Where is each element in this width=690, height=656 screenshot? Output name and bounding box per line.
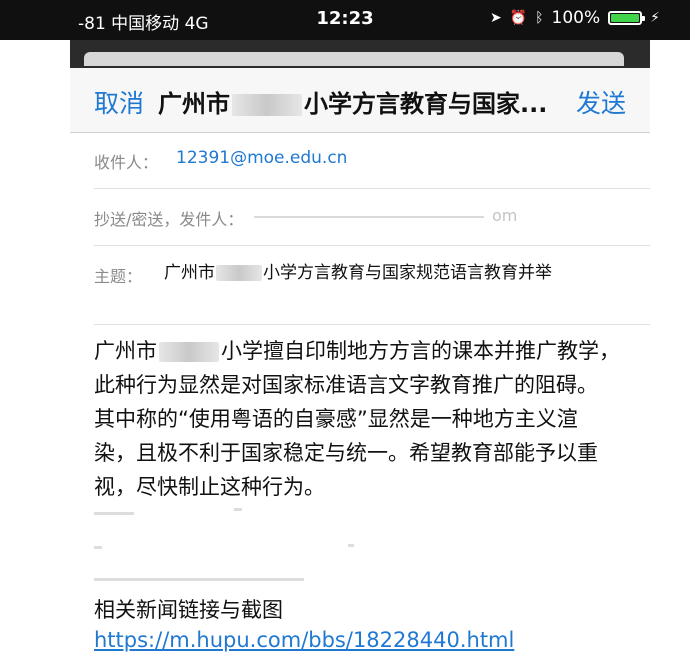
location-icon: ➤ <box>489 10 502 26</box>
compose-navbar: 取消 广州市 小学方言教育与国家... 发送 <box>70 68 650 133</box>
sheet-peek <box>84 52 624 66</box>
alarm-icon: ⏰ <box>509 10 528 26</box>
battery-percent: 100% <box>551 8 601 28</box>
subject-prefix: 广州市 <box>164 263 215 283</box>
compose-title: 广州市 小学方言教育与国家... <box>158 84 547 119</box>
body-line-2: 此种行为显然是对国家标准语言文字教育推广的阻碍。 <box>94 373 598 397</box>
sender-tail: om <box>492 206 518 225</box>
frame-right <box>650 40 690 656</box>
subject-suffix: 小学方言教育与国家规范语言教育并举 <box>263 263 552 283</box>
subject-label: 主题： <box>94 267 143 286</box>
redacted-school-name <box>159 342 219 362</box>
redacted-sender <box>254 216 484 218</box>
redacted-school-name <box>232 94 302 116</box>
redacted-school-name <box>216 265 262 281</box>
redacted-signature-line-2 <box>94 546 102 549</box>
redacted-signature-mark-2 <box>348 544 354 547</box>
related-news-label: 相关新闻链接与截图 <box>94 598 283 622</box>
body-line-5: 视，尽快制止这种行为。 <box>94 475 325 499</box>
body-line-1-prefix: 广州市 <box>94 339 157 363</box>
redacted-signature-line-1 <box>94 512 134 515</box>
body-line-3: 其中称的“使用粤语的自豪感”显然是一种地方主义渲 <box>94 407 578 431</box>
mail-compose-sheet: 取消 广州市 小学方言教育与国家... 发送 收件人： 12391@moe.edu… <box>70 68 650 656</box>
body-line-4: 染，且极不利于国家稳定与统一。希望教育部能予以重 <box>94 441 598 465</box>
body-line-1: 广州市 小学擅自印制地方方言的课本并推广教学， <box>94 334 650 368</box>
redacted-phone-line <box>94 578 304 581</box>
to-label: 收件人： <box>94 153 159 172</box>
title-prefix: 广州市 <box>158 90 230 118</box>
news-link[interactable]: https://m.hupu.com/bbs/18228440.html <box>94 628 514 652</box>
body-line-1-suffix: 小学擅自印制地方方言的课本并推广教学， <box>221 339 620 363</box>
status-icons: ➤ ⏰ ᛒ 100% ⚡ <box>490 8 660 28</box>
redacted-signature-mark <box>234 508 242 511</box>
frame-left <box>0 40 70 656</box>
charging-icon: ⚡ <box>650 10 660 26</box>
title-suffix: 小学方言教育与国家... <box>304 90 548 118</box>
to-field[interactable]: 收件人： 12391@moe.edu.cn <box>94 132 650 189</box>
bluetooth-icon: ᛒ <box>535 10 544 26</box>
cc-bcc-from-label: 抄送/密送，发件人： <box>94 210 244 229</box>
cancel-button[interactable]: 取消 <box>94 84 144 120</box>
send-button[interactable]: 发送 <box>576 84 626 120</box>
status-bar: -81 中国移动 4G 12:23 ➤ ⏰ ᛒ 100% ⚡ <box>0 0 690 40</box>
subject-field[interactable]: 主题： 广州市 小学方言教育与国家规范语言教育并举 <box>94 246 650 325</box>
battery-icon <box>608 11 646 25</box>
recipient-address[interactable]: 12391@moe.edu.cn <box>176 148 347 168</box>
subject-text[interactable]: 广州市 小学方言教育与国家规范语言教育并举 <box>164 261 584 285</box>
cc-bcc-from-field[interactable]: 抄送/密送，发件人： om <box>94 189 650 246</box>
message-body[interactable]: 广州市 小学擅自印制地方方言的课本并推广教学， 此种行为显然是对国家标准语言文字教… <box>94 334 650 504</box>
